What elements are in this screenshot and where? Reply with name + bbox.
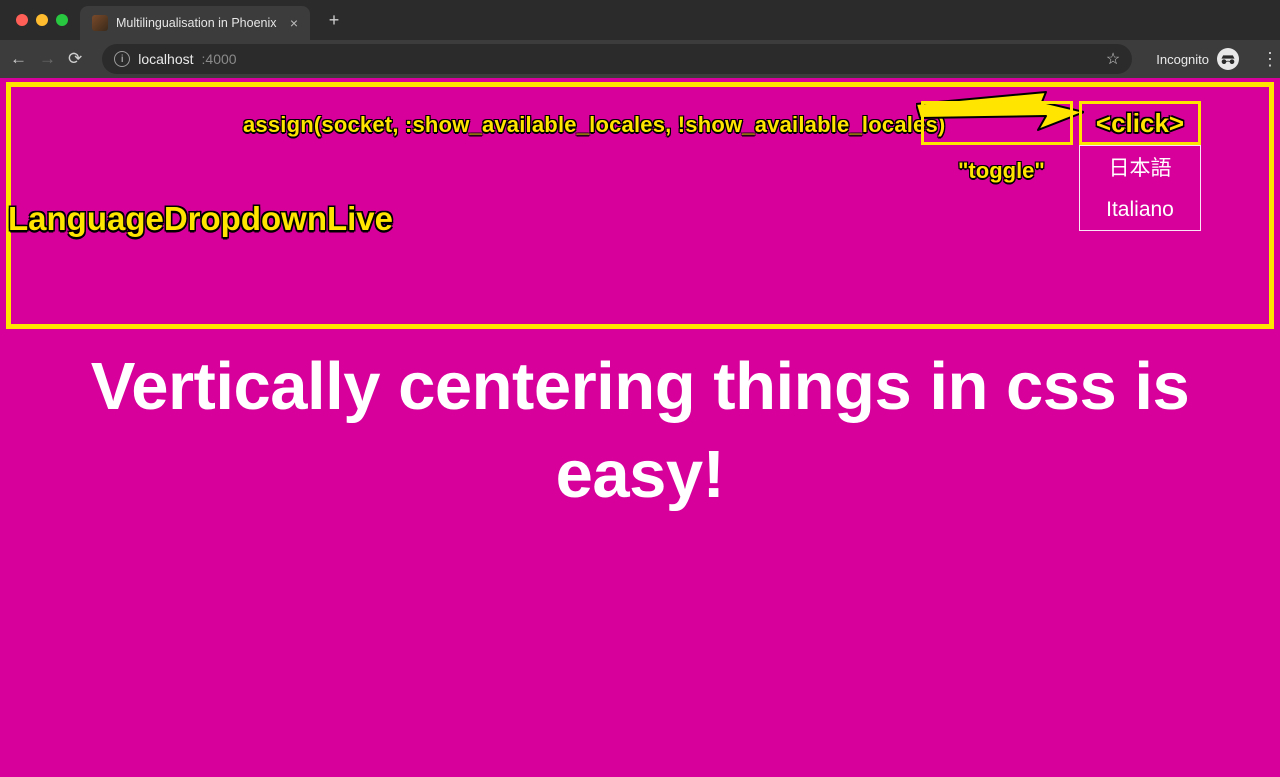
incognito-icon <box>1217 48 1239 70</box>
url-host: localhost <box>138 51 193 67</box>
browser-menu-icon[interactable]: ⋮ <box>1261 49 1279 70</box>
back-button[interactable]: ← <box>10 49 27 69</box>
language-dropdown-trigger[interactable] <box>921 101 1073 145</box>
window-close-button[interactable] <box>16 14 28 26</box>
page-viewport: assign(socket, :show_available_locales, … <box>0 78 1280 777</box>
annotation-liveview-module: LanguageDropdownLive <box>8 200 393 238</box>
window-controls <box>16 14 68 26</box>
tab-title: Multilingualisation in Phoenix <box>116 16 277 30</box>
tab-close-icon[interactable]: × <box>290 16 298 30</box>
page-headline: Vertically centering things in css is ea… <box>0 343 1280 520</box>
annotation-code: assign(socket, :show_available_locales, … <box>243 112 945 138</box>
annotation-click-label: <click> <box>1096 108 1184 139</box>
annotation-click-box: <click> <box>1079 101 1201 145</box>
site-info-icon[interactable]: i <box>114 51 130 67</box>
incognito-label: Incognito <box>1156 52 1209 67</box>
url-port: :4000 <box>202 51 237 67</box>
language-option-italian[interactable]: Italiano <box>1080 188 1200 230</box>
reload-button[interactable]: ⟳ <box>68 49 82 69</box>
window-zoom-button[interactable] <box>56 14 68 26</box>
window-minimize-button[interactable] <box>36 14 48 26</box>
tab-strip: Multilingualisation in Phoenix × + <box>0 0 1280 40</box>
browser-tab[interactable]: Multilingualisation in Phoenix × <box>80 6 310 40</box>
incognito-indicator: Incognito <box>1156 48 1239 70</box>
browser-chrome: Multilingualisation in Phoenix × + ← → ⟳… <box>0 0 1280 78</box>
bookmark-star-icon[interactable]: ☆ <box>1106 49 1120 69</box>
forward-button[interactable]: → <box>39 49 56 69</box>
new-tab-button[interactable]: + <box>320 6 348 34</box>
address-bar[interactable]: i localhost :4000 ☆ <box>102 44 1132 74</box>
browser-toolbar: ← → ⟳ i localhost :4000 ☆ Incognito ⋮ <box>0 40 1280 78</box>
language-dropdown-menu: 日本語 Italiano <box>1079 145 1201 231</box>
language-option-japanese[interactable]: 日本語 <box>1080 146 1200 188</box>
annotation-toggle: "toggle" <box>958 158 1045 184</box>
tab-favicon <box>92 15 108 31</box>
